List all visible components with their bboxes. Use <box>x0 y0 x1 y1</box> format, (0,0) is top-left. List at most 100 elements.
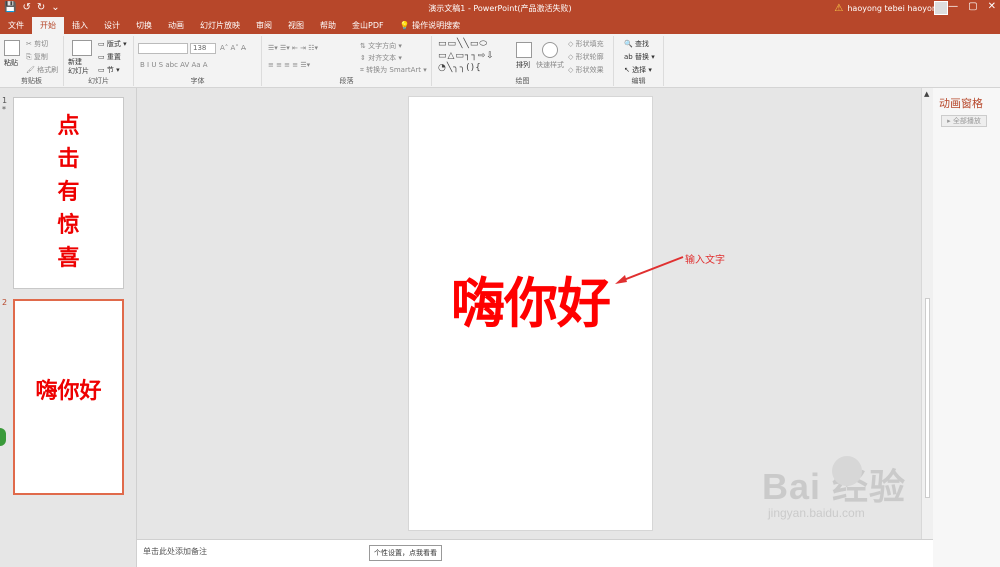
find-button[interactable]: 🔍 查找 <box>624 39 649 49</box>
scroll-up-icon[interactable]: ▲ <box>924 90 929 98</box>
slide-number: 1 <box>2 96 8 105</box>
ribbon-tabs: 文件 开始 插入 设计 切换 动画 幻灯片放映 审阅 视图 帮助 金山PDF 💡… <box>0 17 1000 34</box>
play-all-label: 全部播放 <box>952 117 981 125</box>
smartart-button[interactable]: ⌗ 转换为 SmartArt ▾ <box>360 65 427 75</box>
select-label: 选择 <box>632 66 647 74</box>
cut-label: 剪切 <box>34 40 49 48</box>
tab-file[interactable]: 文件 <box>0 17 32 34</box>
copy-label: 复制 <box>33 53 48 61</box>
cut-button[interactable]: ✂ 剪切 <box>26 39 48 49</box>
slide-number: 2 <box>2 298 8 307</box>
paste-icon[interactable] <box>4 40 20 56</box>
current-slide[interactable]: 嗨你好 <box>408 96 653 531</box>
animation-pane-title: 动画窗格 <box>939 97 983 110</box>
scrollbar-thumb[interactable] <box>925 298 930 498</box>
tell-me-label: 操作说明搜索 <box>412 21 461 30</box>
tab-transitions[interactable]: 切换 <box>128 17 160 34</box>
tab-view[interactable]: 视图 <box>280 17 312 34</box>
user-name: haoyong tebei haoyong <box>847 4 942 13</box>
find-label: 查找 <box>634 40 649 48</box>
format-painter-button[interactable]: 🖌 格式刷 <box>26 65 58 75</box>
title-bar: 💾 ↺ ↻ ⌄ 演示文稿1 - PowerPoint(产品激活失败) ⚠ hao… <box>0 0 1000 17</box>
group-label: 绘图 <box>515 77 530 85</box>
tooltip: 个性设置，点我看看 <box>369 545 442 561</box>
slide-thumbnail-1[interactable]: 点击有惊喜 <box>13 97 124 289</box>
tab-slideshow[interactable]: 幻灯片放映 <box>192 17 248 34</box>
font-name-input[interactable] <box>138 43 188 54</box>
paste-button[interactable]: 粘贴 <box>4 58 18 68</box>
user-area[interactable]: ⚠ haoyong tebei haoyong <box>834 3 942 14</box>
arrange-button[interactable]: 排列 <box>516 60 530 70</box>
font-size-input[interactable]: 138 <box>190 43 216 54</box>
paw-logo-icon <box>832 456 862 486</box>
ribbon: 粘贴 ✂ 剪切 ⎘ 复制 🖌 格式刷 剪贴板 新建 幻灯片 ▭ 版式 ▾ ▭ 重… <box>0 34 1000 88</box>
tab-design[interactable]: 设计 <box>96 17 128 34</box>
play-all-button[interactable]: ▸ 全部播放 <box>941 115 987 127</box>
tab-animations[interactable]: 动画 <box>160 17 192 34</box>
group-label: 段落 <box>339 77 354 85</box>
group-drawing: ▭▭╲╲▭⬭ ▭△▭┐┐⇨⇩ ◔╲╮╮(){ 排列 快速样式 ◇ 形状填充 ◇ 形状… <box>432 36 614 86</box>
shapes-gallery[interactable]: ▭▭╲╲▭⬭ ▭△▭┐┐⇨⇩ ◔╲╮╮(){ <box>438 38 508 74</box>
tab-kingsoft-pdf[interactable]: 金山PDF <box>344 17 392 34</box>
annotation-label: 输入文字 <box>685 255 725 266</box>
thumbnail-char: 点 <box>57 114 80 139</box>
tell-me-search[interactable]: 💡 操作说明搜索 <box>392 17 469 34</box>
font-style-buttons[interactable]: B I U S abc AV Aa A <box>140 61 208 69</box>
thumbnail-char: 喜 <box>57 246 80 271</box>
notes-placeholder: 单击此处添加备注 <box>143 547 207 556</box>
text-direction-label: 文字方向 <box>368 42 397 50</box>
shape-outline-button[interactable]: ◇ 形状轮廓 <box>568 52 604 62</box>
thumbnail-text: 嗨你好 <box>35 379 102 404</box>
layout-label: 版式 <box>106 40 121 48</box>
shape-effects-button[interactable]: ◇ 形状效果 <box>568 65 604 75</box>
replace-label: 替换 <box>634 53 649 61</box>
shape-effects-label: 形状效果 <box>575 66 604 74</box>
new-slide-icon[interactable] <box>72 40 92 56</box>
baidu-watermark-logo: Bai 经验 jingyan.baidu.com <box>762 456 906 520</box>
group-font: 138 A˄ A˅ A̶ B I U S abc AV Aa A 字体 <box>134 36 262 86</box>
thumbnail-char: 击 <box>57 147 80 172</box>
annotation-arrow <box>615 256 684 284</box>
thumbnail-text: 点击有惊喜 <box>14 110 123 275</box>
list-buttons[interactable]: ☰▾ ☰▾ ⇤ ⇥ ☷▾ <box>268 44 318 52</box>
replace-button[interactable]: ab 替换 ▾ <box>624 52 655 62</box>
quick-styles-button[interactable]: 快速样式 <box>536 60 564 70</box>
tab-home[interactable]: 开始 <box>32 17 64 34</box>
section-label: 节 <box>106 66 114 74</box>
shape-fill-label: 形状填充 <box>575 40 604 48</box>
animation-pane: 动画窗格 ▸ 全部播放 <box>933 88 1000 567</box>
thumbnail-char: 惊 <box>57 213 80 238</box>
select-button[interactable]: ↖ 选择 ▾ <box>624 65 652 75</box>
slide-thumbnail-2[interactable]: 嗨你好 <box>13 299 124 495</box>
section-button[interactable]: ▭ 节 ▾ <box>98 65 120 75</box>
grow-shrink-font-buttons[interactable]: A˄ A˅ A̶ <box>220 44 246 52</box>
reset-button[interactable]: ▭ 重置 <box>98 52 121 62</box>
avatar[interactable] <box>934 1 948 15</box>
tab-help[interactable]: 帮助 <box>312 17 344 34</box>
align-text-label: 对齐文本 <box>368 54 397 62</box>
align-text-button[interactable]: ⇕ 对齐文本 ▾ <box>360 53 402 63</box>
quick-styles-icon[interactable] <box>542 42 558 58</box>
group-label: 剪贴板 <box>21 77 42 85</box>
floating-assistant-icon[interactable] <box>0 428 6 446</box>
slide-thumbnails-pane: 1 * 点击有惊喜 2 嗨你好 <box>0 88 137 567</box>
window-controls: — ▢ ✕ <box>948 1 996 12</box>
smartart-label: 转换为 SmartArt <box>366 66 421 74</box>
minimize-icon[interactable]: — <box>948 1 958 12</box>
shape-fill-button[interactable]: ◇ 形状填充 <box>568 39 604 49</box>
copy-button[interactable]: ⎘ 复制 <box>26 52 48 62</box>
notes-pane[interactable]: 单击此处添加备注 <box>137 539 933 567</box>
arrange-icon[interactable] <box>516 42 532 58</box>
close-icon[interactable]: ✕ <box>988 1 996 12</box>
maximize-icon[interactable]: ▢ <box>968 1 977 12</box>
align-buttons[interactable]: ≡ ≡ ≡ ≡ ☰▾ <box>268 61 310 69</box>
shape-outline-label: 形状轮廓 <box>575 53 604 61</box>
new-slide-button[interactable]: 新建 幻灯片 <box>68 58 89 76</box>
layout-button[interactable]: ▭ 版式 ▾ <box>98 39 127 49</box>
warning-icon: ⚠ <box>834 3 844 14</box>
group-editing: 🔍 查找 ab 替换 ▾ ↖ 选择 ▾ 编辑 <box>614 36 664 86</box>
reset-label: 重置 <box>106 53 121 61</box>
tab-insert[interactable]: 插入 <box>64 17 96 34</box>
text-direction-button[interactable]: ⇅ 文字方向 ▾ <box>360 41 402 51</box>
tab-review[interactable]: 审阅 <box>248 17 280 34</box>
